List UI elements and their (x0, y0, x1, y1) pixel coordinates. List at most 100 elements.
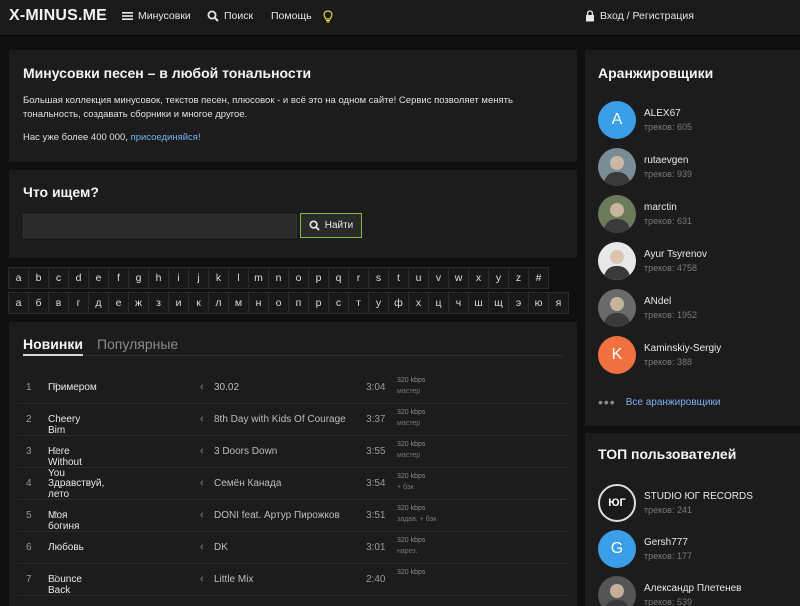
user-name[interactable]: ALEX67 (644, 108, 692, 119)
song-number: 4 (26, 478, 32, 489)
cyrillic-letter[interactable]: г (68, 292, 89, 314)
user-name[interactable]: Kaminskiy-Sergiy (644, 343, 721, 354)
song-artist[interactable]: 8th Day with Kids Of Courage (214, 414, 346, 425)
cyrillic-letter[interactable]: ш (468, 292, 489, 314)
latin-letter[interactable]: d (68, 267, 89, 289)
cyrillic-letter[interactable]: р (308, 292, 329, 314)
user-item[interactable]: ANdel треков: 1952 (598, 289, 697, 327)
cyrillic-letter[interactable]: в (48, 292, 69, 314)
nav-help[interactable]: Помощь (271, 10, 312, 22)
search-input[interactable] (23, 214, 297, 238)
user-item[interactable]: Александр Плетенев треков: 539 (598, 576, 742, 606)
all-arrangers-link[interactable]: ••• Все аранжировщики (598, 394, 720, 410)
cyrillic-letter[interactable]: м (228, 292, 249, 314)
cyrillic-letter[interactable]: б (28, 292, 49, 314)
song-artist[interactable]: 3 Doors Down (214, 446, 277, 457)
latin-letter[interactable]: n (268, 267, 289, 289)
song-artist[interactable]: DONI feat. Артур Пирожков (214, 510, 340, 521)
latin-letter[interactable]: u (408, 267, 429, 289)
user-name[interactable]: STUDIO ЮГ RECORDS (644, 491, 753, 502)
user-item[interactable]: marctin треков: 631 (598, 195, 692, 233)
cyrillic-letter[interactable]: э (508, 292, 529, 314)
user-item[interactable]: rutaevgen треков: 939 (598, 148, 692, 186)
cyrillic-letter[interactable]: о (268, 292, 289, 314)
latin-letter[interactable]: b (28, 267, 49, 289)
latin-letter[interactable]: l (228, 267, 249, 289)
nav-minus[interactable]: Минусовки (122, 10, 191, 22)
cyrillic-letter[interactable]: к (188, 292, 209, 314)
latin-letter[interactable]: i (168, 267, 189, 289)
song-row[interactable]: 5 Моя богиня 2 ‹ DONI feat. Артур Пирожков 3:… (18, 500, 568, 532)
latin-letter[interactable]: x (468, 267, 489, 289)
latin-letter[interactable]: w (448, 267, 469, 289)
latin-letter[interactable]: o (288, 267, 309, 289)
user-name[interactable]: rutaevgen (644, 155, 692, 166)
song-row[interactable]: 1 Примером 7 ‹ 30.02 3:04 320 kbps мастер (18, 372, 568, 404)
user-name[interactable]: ANdel (644, 296, 697, 307)
latin-letter[interactable]: f (108, 267, 129, 289)
user-name[interactable]: Gersh777 (644, 537, 692, 548)
cyrillic-letter[interactable]: д (88, 292, 109, 314)
search-button[interactable]: Найти (300, 213, 362, 238)
cyrillic-letter[interactable]: ф (388, 292, 409, 314)
latin-letter[interactable]: k (208, 267, 229, 289)
song-row[interactable]: 6 Любовь ‹ DK 3:01 320 kbps нарез. (18, 532, 568, 564)
cyrillic-letter[interactable]: н (248, 292, 269, 314)
cyrillic-letter[interactable]: л (208, 292, 229, 314)
latin-letter[interactable]: h (148, 267, 169, 289)
user-item[interactable]: ЮГ STUDIO ЮГ RECORDS треков: 241 (598, 484, 753, 522)
cyrillic-letter[interactable]: и (168, 292, 189, 314)
user-item[interactable]: A ALEX67 треков: 605 (598, 101, 692, 139)
latin-letter[interactable]: z (508, 267, 529, 289)
latin-letter[interactable]: y (488, 267, 509, 289)
latin-letter[interactable]: v (428, 267, 449, 289)
latin-letter[interactable]: a (8, 267, 29, 289)
nav-search[interactable]: Поиск (207, 10, 253, 22)
cyrillic-letter[interactable]: ж (128, 292, 149, 314)
latin-letter[interactable]: s (368, 267, 389, 289)
latin-letter[interactable]: m (248, 267, 269, 289)
lightbulb-button[interactable] (323, 10, 333, 23)
cyrillic-letter[interactable]: у (368, 292, 389, 314)
user-name[interactable]: Александр Плетенев (644, 583, 742, 594)
song-artist[interactable]: 30.02 (214, 382, 239, 393)
user-item[interactable]: Ayur Tsyrenov треков: 4758 (598, 242, 707, 280)
user-name[interactable]: marctin (644, 202, 692, 213)
site-logo[interactable]: X-MINUS.ME (9, 7, 107, 25)
latin-letter[interactable]: q (328, 267, 349, 289)
cyrillic-letter[interactable]: щ (488, 292, 509, 314)
latin-letter[interactable]: t (388, 267, 409, 289)
cyrillic-letter[interactable]: т (348, 292, 369, 314)
song-artist[interactable]: Little Mix (214, 574, 253, 585)
cyrillic-letter[interactable]: с (328, 292, 349, 314)
latin-letter[interactable]: # (528, 267, 549, 289)
join-link[interactable]: присоединяйся! (131, 132, 201, 143)
cyrillic-letter[interactable]: ч (448, 292, 469, 314)
user-item[interactable]: G Gersh777 треков: 177 (598, 530, 692, 568)
cyrillic-letter[interactable]: х (408, 292, 429, 314)
user-name[interactable]: Ayur Tsyrenov (644, 249, 707, 260)
song-row[interactable]: 2 Cheery Bim ‹ 8th Day with Kids Of Courage… (18, 404, 568, 436)
latin-letter[interactable]: e (88, 267, 109, 289)
cyrillic-letter[interactable]: я (548, 292, 569, 314)
cyrillic-letter[interactable]: а (8, 292, 29, 314)
song-artist[interactable]: DK (214, 542, 228, 553)
latin-letter[interactable]: p (308, 267, 329, 289)
tab-popular[interactable]: Популярные (97, 336, 178, 352)
song-artist[interactable]: Семён Канада (214, 478, 281, 489)
latin-letter[interactable]: j (188, 267, 209, 289)
latin-letter[interactable]: g (128, 267, 149, 289)
latin-letter[interactable]: r (348, 267, 369, 289)
song-row[interactable]: 4 Здравствуй, лето ‹ Семён Канада 3:54 320 kb… (18, 468, 568, 500)
cyrillic-letter[interactable]: з (148, 292, 169, 314)
song-row[interactable]: 7 Bounce Back 2 ‹ Little Mix 2:40 320 kbps (18, 564, 568, 596)
latin-letter[interactable]: c (48, 267, 69, 289)
cyrillic-letter[interactable]: ю (528, 292, 549, 314)
song-row[interactable]: 3 Here Without You 9 ‹ 3 Doors Down 3:55 320 k… (18, 436, 568, 479)
login-link[interactable]: Вход / Регистрация (585, 10, 694, 22)
cyrillic-letter[interactable]: е (108, 292, 129, 314)
cyrillic-letter[interactable]: п (288, 292, 309, 314)
user-item[interactable]: K Kaminskiy-Sergiy треков: 388 (598, 336, 721, 374)
tab-new[interactable]: Новинки (23, 336, 83, 352)
cyrillic-letter[interactable]: ц (428, 292, 449, 314)
